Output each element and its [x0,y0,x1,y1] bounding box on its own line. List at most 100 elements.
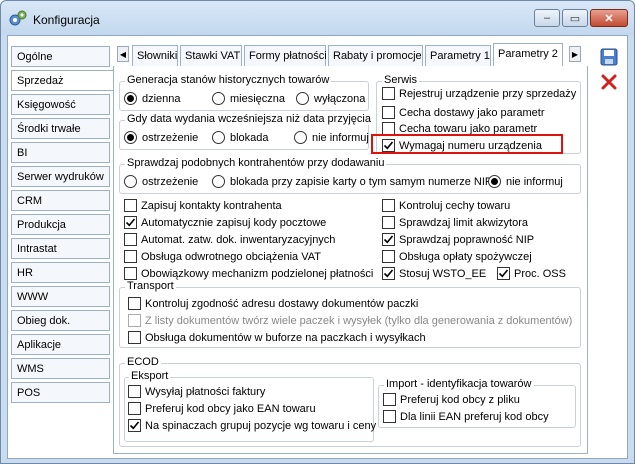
checkmark-icon [129,421,140,430]
radio-podobni-blokada-przy-zapisie-karty-o-tym-samym-numerze-nip[interactable]: blokada przy zapisie karty o tym samym n… [212,175,492,188]
sidebar-item-serwer-wydrukow[interactable]: Serwer wydruków [11,166,110,187]
sidebar-item-ogolne[interactable]: Ogólne [11,46,110,67]
checkbox-box[interactable] [383,393,396,406]
close-button[interactable]: ✕ [590,9,628,27]
radio-podobni-ostrzezenie[interactable]: ostrzeżenie [124,175,198,188]
title-bar[interactable]: Konfiguracja – ▭ ✕ [1,1,634,35]
radio-label: nie informuj [312,131,369,144]
checkbox-zapisuj-kontakty-kontrahenta[interactable]: Zapisuj kontakty kontrahenta [124,199,282,212]
tab-parametry-2[interactable]: Parametry 2 [493,43,563,67]
checkbox-box[interactable] [382,106,395,119]
checkbox-automatycznie-zapisuj-kody-pocztowe[interactable]: Automatycznie zapisuj kody pocztowe [124,216,326,229]
checkbox-box[interactable] [124,199,137,212]
radio-circle[interactable] [296,92,309,105]
checkbox-obowiazkowy-mechanizm-podzielonej-platnosci[interactable]: Obowiązkowy mechanizm podzielonej płatno… [124,267,373,280]
checkbox-box[interactable] [128,297,141,310]
radio-generacja-dzienna[interactable]: dzienna [124,92,181,105]
radio-circle[interactable] [124,175,137,188]
radio-circle[interactable] [212,92,225,105]
checkbox-dla-linii-ean-preferuj-kod-obcy[interactable]: Dla linii EAN preferuj kod obcy [383,410,549,423]
checkbox-box[interactable] [128,385,141,398]
checkbox-label: Na spinaczach grupuj pozycje wg towaru i… [145,419,377,432]
checkbox-label: Sprawdzaj limit akwizytora [399,216,528,229]
group-serwis-title: Serwis [382,74,420,86]
checkbox-box[interactable] [383,410,396,423]
checkbox-box[interactable] [128,331,141,344]
radio-circle[interactable] [124,131,137,144]
group-ecod-title: ECOD [125,356,161,368]
checkbox-box[interactable] [382,233,395,246]
sidebar-item-pos[interactable]: POS [11,382,110,403]
checkbox-obsluga-oplaty-spozywczej[interactable]: Obsługa opłaty spożywczej [382,250,532,263]
radio-podobni-nie-informuj[interactable]: nie informuj [488,175,563,188]
radio-generacja-miesieczna[interactable]: miesięczna [212,92,285,105]
sidebar-item-sprzedaz[interactable]: Sprzedaż [11,70,114,91]
sidebar-item-crm[interactable]: CRM [11,190,110,211]
checkmark-icon [383,235,394,244]
tab-scroll-left-button[interactable]: ◀ [117,46,129,62]
checkbox-sprawdzaj-limit-akwizytora[interactable]: Sprawdzaj limit akwizytora [382,216,528,229]
checkbox-sprawdzaj-poprawnosc-nip[interactable]: Sprawdzaj poprawność NIP [382,233,534,246]
checkbox-box[interactable] [128,419,141,432]
arrow-right-icon: ▶ [571,49,579,59]
tab-rabaty-i-promocje[interactable]: Rabaty i promocje [328,45,423,67]
radio-circle[interactable] [212,175,225,188]
group-generacja-title: Generacja stanów historycznych towarów [125,74,332,86]
checkbox-preferuj-kod-obcy-jako-ean-towaru[interactable]: Preferuj kod obcy jako EAN towaru [128,402,316,415]
checkbox-box[interactable] [124,267,137,280]
tab-formy-platnosci[interactable]: Formy płatności [244,45,327,67]
checkbox-cecha-dostawy-jako-parametr[interactable]: Cecha dostawy jako parametr [382,106,545,119]
checkbox-box[interactable] [124,250,137,263]
cancel-button[interactable] [598,71,620,93]
checkbox-automat-zatw-dok-inwentaryzacyjnych[interactable]: Automat. zatw. dok. inwentaryzacyjnych [124,233,335,246]
checkbox-box[interactable] [382,216,395,229]
radio-circle[interactable] [294,131,307,144]
sidebar-item-wms[interactable]: WMS [11,358,110,379]
tab-scroll-right-button[interactable]: ▶ [569,46,581,62]
tab-slowniki[interactable]: Słowniki [132,45,178,67]
checkbox-box[interactable] [382,199,395,212]
radio-data-wydania-ostrzezenie[interactable]: ostrzeżenie [124,131,198,144]
checkbox-box[interactable] [382,250,395,263]
radio-circle[interactable] [124,92,137,105]
checkbox-rejestruj-urzadzenie-przy-sprzedazy[interactable]: Rejestruj urządzenie przy sprzedaży [382,87,576,100]
radio-circle[interactable] [488,175,501,188]
minimize-button[interactable]: – [534,9,560,27]
maximize-button[interactable]: ▭ [562,9,588,27]
checkbox-box[interactable] [497,267,510,280]
radio-circle[interactable] [212,131,225,144]
checkbox-obsluga-odwrotnego-obciazenia-vat[interactable]: Obsługa odwrotnego obciążenia VAT [124,250,321,263]
checkbox-proc-oss[interactable]: Proc. OSS [497,267,566,280]
sidebar-item-produkcja[interactable]: Produkcja [11,214,110,235]
checkbox-box[interactable] [128,402,141,415]
save-button[interactable] [598,46,620,68]
checkbox-box[interactable] [124,233,137,246]
checkbox-kontroluj-cechy-towaru[interactable]: Kontroluj cechy towaru [382,199,510,212]
sidebar-item-hr[interactable]: HR [11,262,110,283]
checkbox-wysylaj-platnosci-faktury[interactable]: Wysyłaj płatności faktury [128,385,265,398]
checkbox-stosuj-wsto-ee[interactable]: Stosuj WSTO_EE [382,267,486,280]
sidebar-item-www[interactable]: WWW [11,286,110,307]
checkbox-box[interactable] [382,87,395,100]
checkbox-na-spinaczach-grupuj-pozycje-wg-towaru-i-ceny[interactable]: Na spinaczach grupuj pozycje wg towaru i… [128,419,376,432]
radio-generacja-wylaczona[interactable]: wyłączona [296,92,365,105]
sidebar-item-aplikacje[interactable]: Aplikacje [11,334,110,355]
checkbox-label: Wysyłaj płatności faktury [145,385,266,398]
checkbox-box[interactable] [382,267,395,280]
checkbox-label: Cecha towaru jako parametr [399,122,538,135]
tab-stawki-vat[interactable]: Stawki VAT [180,45,242,67]
radio-data-wydania-blokada[interactable]: blokada [212,131,269,144]
checkbox-box[interactable] [128,314,141,327]
checkbox-box[interactable] [124,216,137,229]
sidebar-item-obieg-dok[interactable]: Obieg dok. [11,310,110,331]
checkbox-kontroluj-zgodnosc-adresu-dostawy-dokumentow-paczki[interactable]: Kontroluj zgodność adresu dostawy dokume… [128,297,418,310]
sidebar-item-bi[interactable]: BI [11,142,110,163]
sidebar-item-ksiegowosc[interactable]: Księgowość [11,94,110,115]
checkbox-preferuj-kod-obcy-z-pliku[interactable]: Preferuj kod obcy z pliku [383,393,520,406]
radio-data-wydania-nie-informuj[interactable]: nie informuj [294,131,369,144]
sidebar-item-intrastat[interactable]: Intrastat [11,238,110,259]
radio-dot [127,95,134,102]
checkbox-obsluga-dokumentow-w-buforze-na-paczkach-i-wysylkach[interactable]: Obsługa dokumentów w buforze na paczkach… [128,331,426,344]
tab-parametry-1[interactable]: Parametry 1 [425,45,491,67]
sidebar-item-srodki-trwale[interactable]: Środki trwałe [11,118,110,139]
